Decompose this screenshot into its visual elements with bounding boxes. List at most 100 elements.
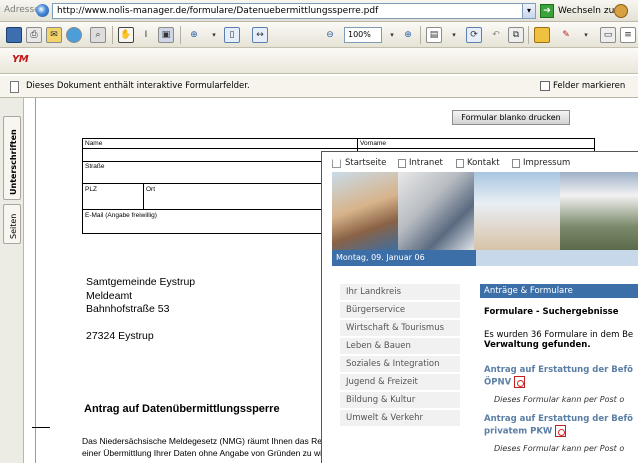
menu-item[interactable]: Wirtschaft & Tourismus xyxy=(340,320,460,337)
menu-item[interactable]: Ihr Landkreis xyxy=(340,284,460,301)
vorname-field-label: Vorname xyxy=(360,140,387,147)
undo-icon[interactable]: ↶ xyxy=(488,27,504,43)
copy-icon[interactable]: ⧉ xyxy=(508,27,524,43)
form-divider xyxy=(143,183,144,209)
toolbar-separator xyxy=(420,26,421,44)
address-bar: Adresse http://www.nolis-manager.de/form… xyxy=(0,0,638,22)
navigation-pane: Unterschriften Seiten xyxy=(0,98,24,463)
result-text: Es wurden 36 Formulare in dem Be xyxy=(484,330,634,340)
zoom-level-input[interactable]: 100% xyxy=(344,27,382,43)
signatures-tab[interactable]: Unterschriften xyxy=(3,116,21,200)
snapshot-icon[interactable]: ▣ xyxy=(158,27,174,43)
menu-item[interactable]: Bildung & Kultur xyxy=(340,392,460,409)
fold-mark xyxy=(32,427,50,428)
rotate-icon[interactable]: ⟳ xyxy=(466,27,482,43)
hand-tool-icon[interactable]: ✋ xyxy=(118,27,134,43)
url-input[interactable]: http://www.nolis-manager.de/formulare/Da… xyxy=(52,3,536,19)
form-document-icon xyxy=(10,81,19,93)
body-text-line: Das Niedersächsische Meldegesetz (NMG) r… xyxy=(82,436,322,446)
url-dropdown-button[interactable]: ▾ xyxy=(522,3,536,19)
writing-photo xyxy=(474,172,560,250)
menu-item[interactable]: Umwelt & Verkehr xyxy=(340,410,460,427)
recipient-line: Meldeamt xyxy=(86,290,133,302)
signatures-tab-label: Unterschriften xyxy=(9,129,18,195)
form-link-text[interactable]: privatem PKW xyxy=(484,427,552,437)
page-layout-icon[interactable]: ▤ xyxy=(426,27,442,43)
menu-item[interactable]: Bürgerservice xyxy=(340,302,460,319)
form-link-line2[interactable]: ÖPNV xyxy=(484,376,526,388)
body-text-line: einer Übermittlung Ihrer Daten ohne Anga… xyxy=(82,448,322,458)
website-window: Startseite Intranet Kontakt Impressum Mo… xyxy=(321,151,638,463)
recipient-line: Samtgemeinde Eystrup xyxy=(86,276,196,288)
links-icon[interactable] xyxy=(614,4,628,18)
date-bar-fill xyxy=(476,250,638,266)
pencil-dropdown-icon[interactable]: ▾ xyxy=(578,27,594,43)
zoom-dropdown-icon[interactable]: ▾ xyxy=(384,27,400,43)
pencil-icon[interactable]: ✎ xyxy=(558,27,574,43)
nav-startseite[interactable]: Startseite xyxy=(345,158,386,168)
family-photo xyxy=(332,172,398,250)
pages-tab[interactable]: Seiten xyxy=(3,204,21,244)
zip-field-label: PLZ xyxy=(85,186,97,193)
note-icon[interactable]: ▭ xyxy=(600,27,616,43)
page-icon xyxy=(398,159,406,168)
nav-intranet[interactable]: Intranet xyxy=(409,158,443,168)
form-link-text[interactable]: ÖPNV xyxy=(484,378,511,388)
building-photo xyxy=(560,172,638,250)
go-arrow-icon[interactable]: ➔ xyxy=(540,4,554,18)
form-link[interactable]: Antrag auf Erstattung der Befö xyxy=(484,414,633,424)
print-blank-form-button[interactable]: Formular blanko drucken xyxy=(452,110,570,125)
address-label: Adresse xyxy=(4,5,40,15)
nav-impressum[interactable]: Impressum xyxy=(523,158,570,168)
page-layout-dropdown-icon[interactable]: ▾ xyxy=(446,27,462,43)
page-edge xyxy=(35,98,36,463)
pdf-icon[interactable] xyxy=(555,425,567,437)
email-field-label: E-Mail (Angabe freiwillig) xyxy=(85,212,157,219)
select-text-icon[interactable]: I xyxy=(138,27,154,43)
zoom-out-icon[interactable]: ⊖ xyxy=(322,27,338,43)
form-link-line2[interactable]: privatem PKW xyxy=(484,425,567,437)
toolbar-separator xyxy=(180,26,181,44)
laptop-photo xyxy=(398,172,474,250)
save-icon[interactable] xyxy=(6,27,22,43)
stamp-icon[interactable] xyxy=(534,27,550,43)
page-icon xyxy=(512,159,520,168)
pdf-toolbar: ⎙ ✉ ⌕ ✋ I ▣ ⊕ ▾ ▯ ↔ ⊖ 100% ▾ ⊕ ▤ ▾ ⟳ ↶ ⧉… xyxy=(0,22,638,48)
search-icon[interactable]: ⌕ xyxy=(90,27,106,43)
nav-kontakt[interactable]: Kontakt xyxy=(467,158,500,168)
fit-page-icon[interactable]: ↔ xyxy=(252,27,268,43)
document-icon[interactable]: ≡ xyxy=(620,27,636,43)
print-icon[interactable]: ⎙ xyxy=(26,27,42,43)
form-link[interactable]: Antrag auf Erstattung der Befö xyxy=(484,365,633,375)
email-icon[interactable]: ✉ xyxy=(46,27,62,43)
city-field-label: Ort xyxy=(146,186,156,193)
pdf-icon[interactable] xyxy=(514,376,526,388)
content-title: Formulare - Suchergebnisse xyxy=(484,307,619,317)
date-bar: Montag, 09. Januar 06 xyxy=(332,250,476,266)
url-text: http://www.nolis-manager.de/formulare/Da… xyxy=(57,6,379,16)
form-notice-text: Dieses Dokument enthält interaktive Form… xyxy=(26,81,250,91)
form-notice-bar: Dieses Dokument enthält interaktive Form… xyxy=(0,76,638,98)
ie-page-icon xyxy=(36,4,49,17)
zoom-in-tool-icon[interactable]: ⊕ xyxy=(186,27,202,43)
highlight-fields-label[interactable]: Felder markieren xyxy=(553,81,625,91)
highlight-fields-checkbox[interactable] xyxy=(540,81,550,91)
form-note: Dieses Formular kann per Post o xyxy=(494,395,625,404)
toolbar-separator xyxy=(528,26,529,44)
ym-logo[interactable]: YM xyxy=(12,54,29,65)
name-field-label: Name xyxy=(85,140,103,147)
menu-item[interactable]: Jugend & Freizeit xyxy=(340,374,460,391)
form-note: Dieses Formular kann per Post o xyxy=(494,444,625,453)
pages-tab-label: Seiten xyxy=(9,213,18,239)
document-title: Antrag auf Datenübermittlungssperre xyxy=(84,403,280,415)
menu-item[interactable]: Soziales & Integration xyxy=(340,356,460,373)
actual-size-icon[interactable]: ▯ xyxy=(224,27,240,43)
home-icon[interactable] xyxy=(332,159,341,168)
zoom-menu-arrow-icon[interactable]: ▾ xyxy=(206,27,222,43)
menu-item[interactable]: Leben & Bauen xyxy=(340,338,460,355)
web-icon[interactable] xyxy=(66,27,82,43)
zoom-in-icon[interactable]: ⊕ xyxy=(400,27,416,43)
toolbar-separator xyxy=(112,26,113,44)
go-button-label[interactable]: Wechseln zu xyxy=(558,6,614,16)
recipient-line: 27324 Eystrup xyxy=(86,330,154,342)
